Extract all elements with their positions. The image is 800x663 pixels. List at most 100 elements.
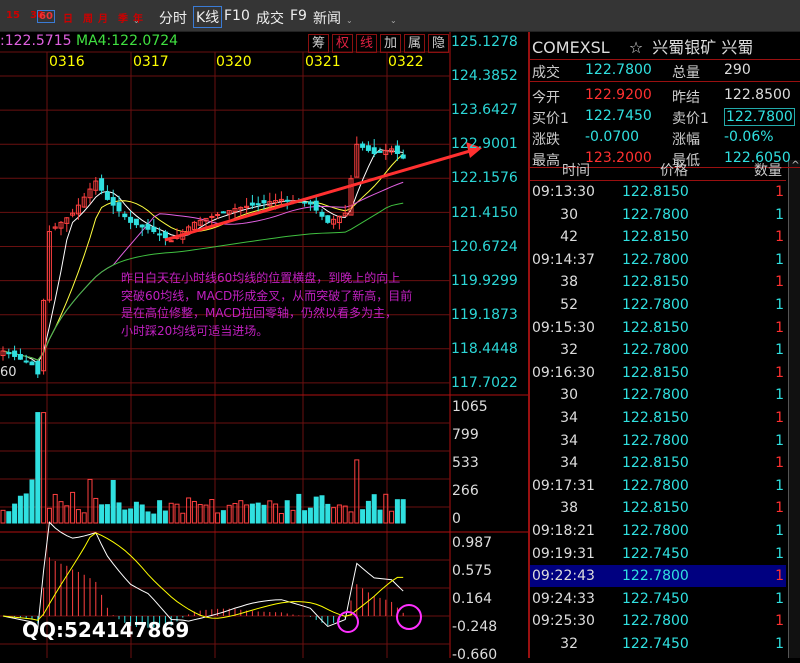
tick-row[interactable]: 09:17:31 122.7800 1 <box>530 475 786 497</box>
candle <box>371 147 377 154</box>
tick-qty: 1 <box>775 364 784 381</box>
volume-bar <box>331 507 337 524</box>
tick-price: 122.8150 <box>622 319 689 336</box>
scrollbar[interactable]: ^ <box>788 160 800 658</box>
field-value: -0.06% <box>724 129 774 145</box>
symbol: COMEXSL <box>532 38 610 57</box>
dropdown-icon[interactable]: ⌄ <box>346 16 353 25</box>
volume-bar <box>46 507 52 524</box>
annotation-line: 突破60均线，MACD形成金叉，从而突破了新高，目前 <box>121 288 413 303</box>
tick-price: 122.7450 <box>622 636 689 652</box>
price-tick: 123.6427 <box>451 102 518 119</box>
period-2[interactable]: 60 <box>37 10 55 23</box>
tick-row[interactable]: 09:15:30 122.8150 1 <box>530 317 786 339</box>
favorite-star-icon[interactable]: ☆ <box>629 38 643 57</box>
candle <box>302 201 308 204</box>
kline-chart[interactable] <box>0 32 528 658</box>
candle <box>360 143 366 148</box>
tick-price: 122.7800 <box>622 568 689 585</box>
volume-bar <box>319 495 325 524</box>
tick-time: 38 <box>560 500 578 517</box>
tick-qty: 1 <box>775 545 784 562</box>
tick-row[interactable]: 34 122.8150 1 <box>530 407 786 429</box>
volume-bar <box>64 505 70 524</box>
candle <box>325 215 331 223</box>
chart-tool-button[interactable]: 属 <box>404 34 425 53</box>
period-5[interactable]: 月 <box>98 10 108 25</box>
tick-row[interactable]: 30 122.7800 1 <box>530 204 786 226</box>
chart-tool-button[interactable]: 线 <box>356 34 377 53</box>
tick-time: 09:16:30 <box>532 364 595 381</box>
volume-bar <box>81 512 87 524</box>
chart-tool-button[interactable]: 隐 <box>428 34 449 53</box>
tick-time: 09:22:43 <box>532 568 595 585</box>
tick-row[interactable]: 30 122.7800 1 <box>530 384 786 406</box>
tick-row[interactable]: 34 122.7800 1 <box>530 430 786 452</box>
tick-row[interactable]: 09:13:30 122.8150 1 <box>530 181 786 203</box>
tab-4[interactable]: F9 <box>290 8 307 24</box>
volume-bar <box>354 459 360 524</box>
divider <box>530 81 800 82</box>
volume-bar <box>325 503 331 524</box>
candle <box>145 223 151 230</box>
field-label: 最高 <box>532 153 560 169</box>
volume-bar <box>52 493 58 524</box>
tick-price: 122.8150 <box>622 410 689 426</box>
field-value: 122.7800 <box>585 62 652 78</box>
tick-row[interactable]: 09:18:21 122.7800 1 <box>530 520 786 542</box>
volume-bar <box>371 494 377 524</box>
dea-line <box>2 532 404 621</box>
field-value[interactable]: 122.7800 <box>724 108 795 126</box>
dropdown-icon[interactable]: ⌄ <box>133 16 140 25</box>
volume-bar <box>116 502 122 524</box>
macd-tick: -0.248 <box>452 619 498 635</box>
field-label: 今开 <box>532 90 560 106</box>
candle <box>255 203 261 206</box>
tab-0[interactable]: 分时 <box>159 8 187 28</box>
tick-row[interactable]: 42 122.8150 1 <box>530 226 786 248</box>
period-3[interactable]: 日 <box>63 10 73 25</box>
period-0[interactable]: 15 <box>6 10 20 21</box>
tick-row[interactable]: 09:14:37 122.7800 1 <box>530 249 786 271</box>
tick-time: 34 <box>560 432 578 449</box>
tick-row[interactable]: 34 122.8150 1 <box>530 452 786 474</box>
candle <box>128 216 134 223</box>
tab-3[interactable]: 成交 <box>256 8 284 28</box>
dropdown-icon[interactable]: ⌄ <box>390 16 397 25</box>
tick-time: 09:18:21 <box>532 523 595 539</box>
tick-qty: 1 <box>775 432 784 449</box>
period-4[interactable]: 周 <box>83 10 93 25</box>
tick-row[interactable]: 09:16:30 122.8150 1 <box>530 362 786 384</box>
macd-tick: 0.164 <box>452 591 493 607</box>
tick-row[interactable]: 38 122.8150 1 <box>530 271 786 293</box>
volume-bar <box>110 479 116 524</box>
tab-2[interactable]: F10 <box>224 8 250 24</box>
volume-bar <box>99 504 105 524</box>
price-tick: 118.4448 <box>451 340 518 357</box>
tick-row[interactable]: 09:25:30 122.7800 1 <box>530 610 786 632</box>
volume-bar <box>0 509 6 524</box>
period-6[interactable]: 季 <box>118 10 128 25</box>
candle <box>29 361 35 366</box>
tick-row[interactable]: 32 122.7450 1 <box>530 633 786 655</box>
macd-tick: 0.987 <box>452 535 493 551</box>
volume-bar <box>87 478 93 524</box>
tab-5[interactable]: 新闻 <box>313 8 341 28</box>
tick-row[interactable]: 09:22:43 122.7800 1 <box>530 565 786 588</box>
chart-canvas[interactable] <box>0 32 528 658</box>
tick-row[interactable]: 09:24:33 122.7450 1 <box>530 588 786 610</box>
toolbar: 15 30 60 日周月季年 ⌄ 分时 K线 F10 成交 F9 新闻 ⌄ ⌄ <box>0 0 800 32</box>
chart-tool-button[interactable]: 筹 <box>308 34 329 53</box>
tick-row[interactable]: 32 122.7800 1 <box>530 339 786 361</box>
tick-row[interactable]: 09:19:31 122.7450 1 <box>530 543 786 565</box>
candle <box>220 211 226 214</box>
tick-time: 09:15:30 <box>532 319 595 336</box>
chart-tool-button[interactable]: 加 <box>380 34 401 53</box>
tab-1[interactable]: K线 <box>193 6 223 28</box>
field-label: 昨结 <box>672 90 700 106</box>
tick-time: 09:19:31 <box>532 545 595 562</box>
tick-row[interactable]: 52 122.7800 1 <box>530 294 786 316</box>
tick-row[interactable]: 38 122.8150 1 <box>530 497 786 519</box>
chart-tool-button[interactable]: 权 <box>332 34 353 53</box>
volume-bar <box>377 509 383 524</box>
